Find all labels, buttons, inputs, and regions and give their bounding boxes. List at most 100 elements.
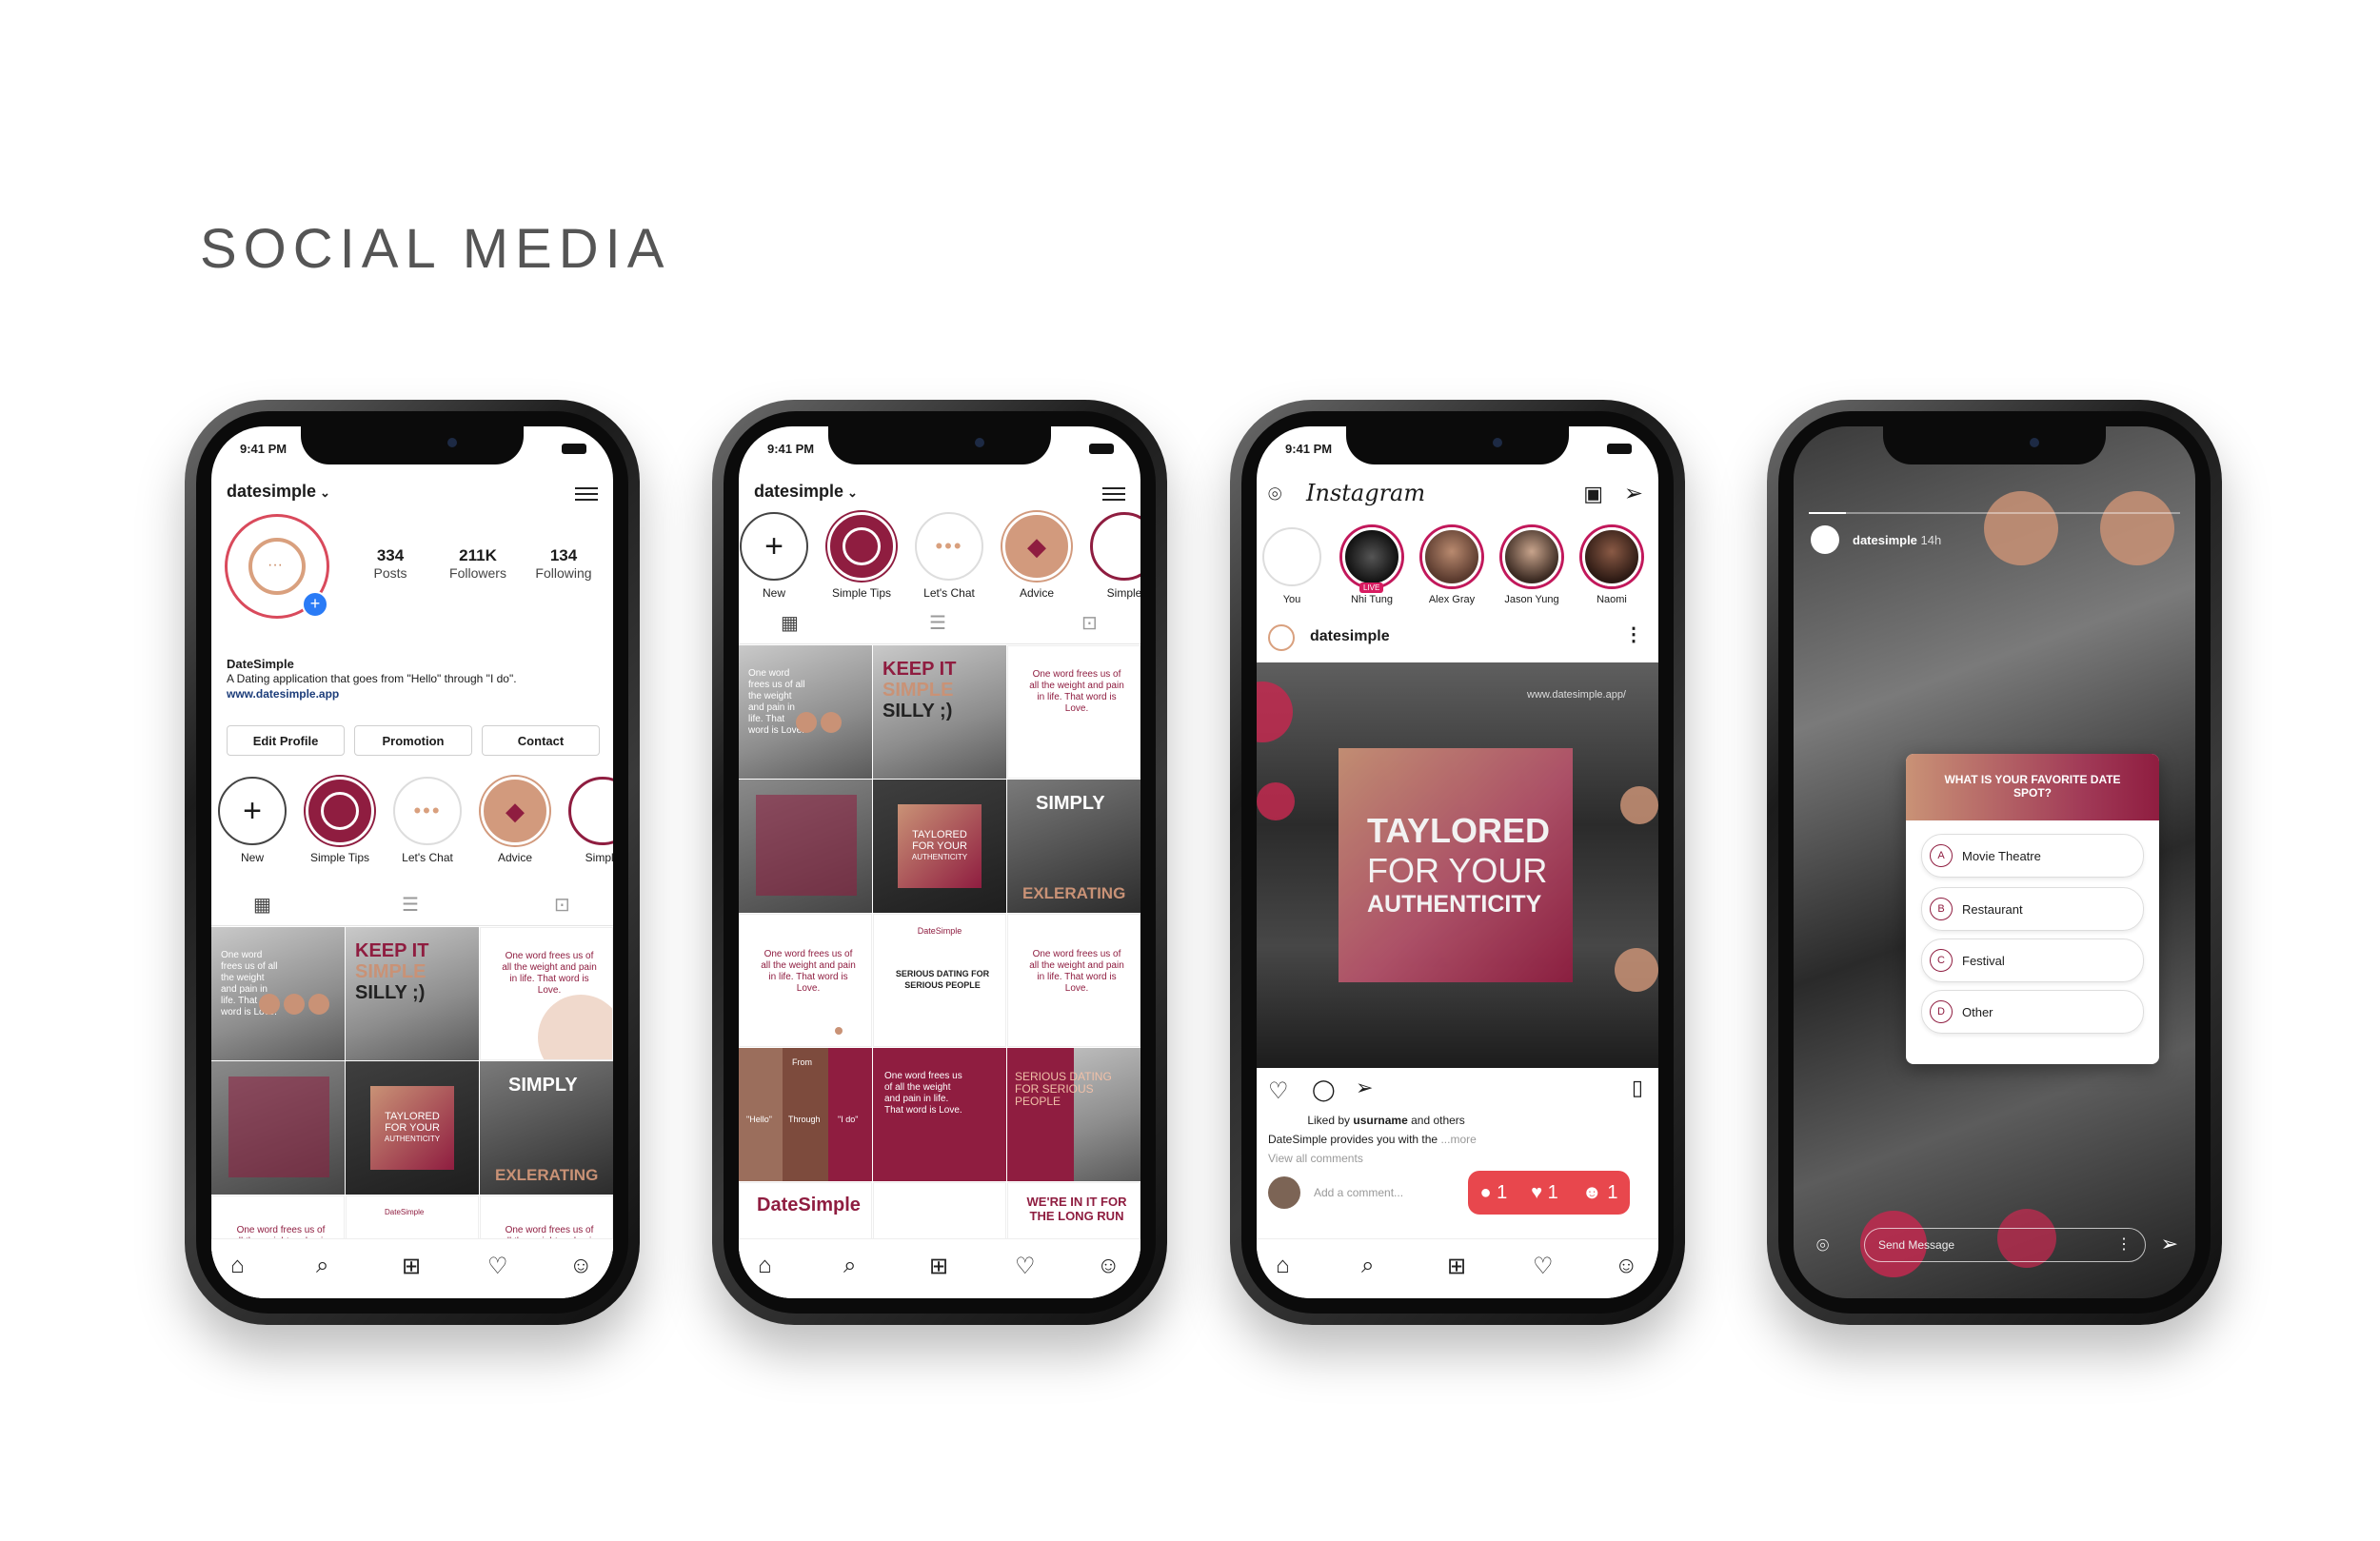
list-icon[interactable]: ☰ [929,611,946,635]
story-you[interactable]: You [1259,527,1325,605]
highlight-advice[interactable]: ◆ Advice [474,777,556,864]
search-icon[interactable]: ⌕ [1361,1253,1374,1279]
highlight-simple-tips[interactable]: Simple Tips [299,777,381,864]
heart-icon[interactable]: ♡ [1533,1253,1554,1280]
hamburger-menu-icon[interactable] [575,484,598,504]
send-icon[interactable]: ➢ [1624,480,1643,507]
grid-post[interactable]: SIMPLY EXLERATING [1007,780,1140,913]
send-icon[interactable]: ➢ [2161,1232,2178,1256]
commenter-avatar [1268,1176,1300,1209]
home-icon[interactable]: ⌂ [758,1253,772,1279]
grid-post[interactable]: From "Hello" Through "I do" [739,1048,872,1181]
grid-post[interactable]: One word frees us of all the weight and … [1007,645,1140,779]
profile-icon[interactable]: ☺ [569,1253,593,1279]
highlight-simple[interactable]: Simple [1083,512,1140,600]
plus-icon: + [764,527,783,564]
username-switcher[interactable]: datesimple ⌄ [227,482,330,502]
grid-post[interactable]: TAYLORED FOR YOUR AUTHENTICITY [346,1061,479,1195]
view-comments-link[interactable]: View all comments [1268,1152,1363,1165]
contact-button[interactable]: Contact [482,725,600,756]
igtv-icon[interactable]: ▣ [1583,482,1603,506]
list-icon[interactable]: ☰ [402,893,419,917]
add-comment-input[interactable]: Add a comment... [1314,1186,1403,1199]
highlight-lets-chat[interactable]: ••• Let's Chat [387,777,468,864]
grid-post[interactable]: TAYLORED FOR YOUR AUTHENTICITY [873,780,1006,913]
story-alex-gray[interactable]: Alex Gray [1418,527,1485,605]
story-username[interactable]: datesimple 14h [1853,533,1941,547]
search-icon[interactable]: ⌕ [316,1253,328,1279]
home-icon[interactable]: ⌂ [230,1253,245,1279]
bookmark-icon[interactable]: ▯ [1632,1076,1643,1100]
home-icon[interactable]: ⌂ [1276,1253,1290,1279]
send-message-input[interactable]: Send Message ⋮ [1864,1228,2146,1262]
activity-notification[interactable]: ● 1 ♥ 1 ☻ 1 [1468,1171,1630,1215]
profile-avatar[interactable]: ··· + [225,514,329,619]
grid-screen: 9:41 PM datesimple ⌄ + New Simple Tips ••… [739,426,1140,1298]
new-post-icon[interactable]: ⊞ [1447,1253,1466,1280]
grid-post[interactable]: DateSimple SERIOUS DATING FOR SERIOUS PE… [873,914,1006,1047]
highlight-new[interactable]: + New [739,512,815,600]
phone-story: datesimple 14h WHAT IS YOUR FAVORITE DAT… [1767,400,2222,1325]
grid-post[interactable]: One word frees us of all the weight and … [873,1048,1006,1181]
person-icon: ☻ [1581,1181,1602,1203]
search-icon[interactable]: ⌕ [843,1253,856,1279]
grid-post[interactable]: One word frees us of all the weight and … [739,914,872,1047]
post-url: www.datesimple.app/ [1527,689,1626,701]
profile-link[interactable]: www.datesimple.app [227,687,339,701]
highlight-lets-chat[interactable]: ••• Let's Chat [908,512,990,600]
profile-tabs: ▦ ☰ ⊡ [739,602,1140,644]
story-avatar[interactable] [1811,525,1839,554]
poll-option-c[interactable]: C Festival [1921,938,2144,982]
new-post-icon[interactable]: ⊞ [929,1253,948,1280]
grid-post[interactable]: One word frees us of all the weight and … [1007,914,1140,1047]
hamburger-menu-icon[interactable] [1102,484,1125,504]
profile-icon[interactable]: ☺ [1615,1253,1638,1279]
poll-option-d[interactable]: D Other [1921,990,2144,1034]
post-avatar[interactable] [1268,624,1295,651]
grid-post[interactable] [739,780,872,913]
highlight-advice[interactable]: ◆ Advice [996,512,1078,600]
story-jason-yung[interactable]: Jason Yung [1498,527,1565,605]
highlight-simple-tips[interactable]: Simple Tips [821,512,902,600]
highlight-new[interactable]: + New [211,777,293,864]
grid-post[interactable]: KEEP IT SIMPLE SILLY ;) [873,645,1006,779]
grid-icon[interactable]: ▦ [253,893,271,917]
heart-icon[interactable]: ♡ [1015,1253,1036,1280]
grid-icon[interactable]: ▦ [781,611,799,635]
following-stat[interactable]: 134 Following [526,546,602,581]
comment-icon[interactable]: ◯ [1312,1077,1336,1102]
heart-icon[interactable]: ♡ [487,1253,508,1280]
poll-question: WHAT IS YOUR FAVORITE DATE SPOT? [1906,754,2159,820]
edit-profile-button[interactable]: Edit Profile [227,725,345,756]
grid-post[interactable]: KEEP IT SIMPLE SILLY ;) [346,927,479,1060]
tagged-icon[interactable]: ⊡ [554,893,570,917]
grid-post[interactable] [211,1061,345,1195]
grid-post[interactable]: SIMPLY EXLERATING [480,1061,613,1195]
camera-icon[interactable]: ⌾ [1268,482,1281,508]
like-icon[interactable]: ♡ [1268,1077,1289,1105]
poll-option-a[interactable]: A Movie Theatre [1921,834,2144,878]
profile-name: DateSimple [227,657,294,671]
grid-post[interactable]: One word frees us of all the weight and … [480,927,613,1060]
story-nhi-tung[interactable]: LIVE Nhi Tung [1339,527,1405,605]
diamond-icon: ◆ [506,796,525,825]
tagged-icon[interactable]: ⊡ [1081,611,1098,635]
posts-stat[interactable]: 334 Posts [352,546,428,581]
grid-post[interactable]: One word frees us of all the weight and … [211,927,345,1060]
more-options-icon[interactable]: ⋮ [1624,622,1643,646]
share-icon[interactable]: ➢ [1356,1076,1373,1100]
post-image[interactable]: www.datesimple.app/ TAYLORED FOR YOUR AU… [1257,662,1658,1068]
username-switcher[interactable]: datesimple ⌄ [754,482,858,502]
highlight-simple[interactable]: Simple [562,777,613,864]
post-username[interactable]: datesimple [1310,628,1390,645]
profile-icon[interactable]: ☺ [1097,1253,1121,1279]
followers-stat[interactable]: 211K Followers [440,546,516,581]
instagram-logo: Instagram [1306,480,1426,506]
grid-post[interactable]: One word frees us of all the weight and … [739,645,872,779]
promotion-button[interactable]: Promotion [354,725,472,756]
camera-icon[interactable]: ⌾ [1816,1234,1829,1258]
grid-post[interactable]: SERIOUS DATING FOR SERIOUS PEOPLE [1007,1048,1140,1181]
new-post-icon[interactable]: ⊞ [402,1253,421,1280]
story-naomi[interactable]: Naomi [1578,527,1645,605]
poll-option-b[interactable]: B Restaurant [1921,887,2144,931]
